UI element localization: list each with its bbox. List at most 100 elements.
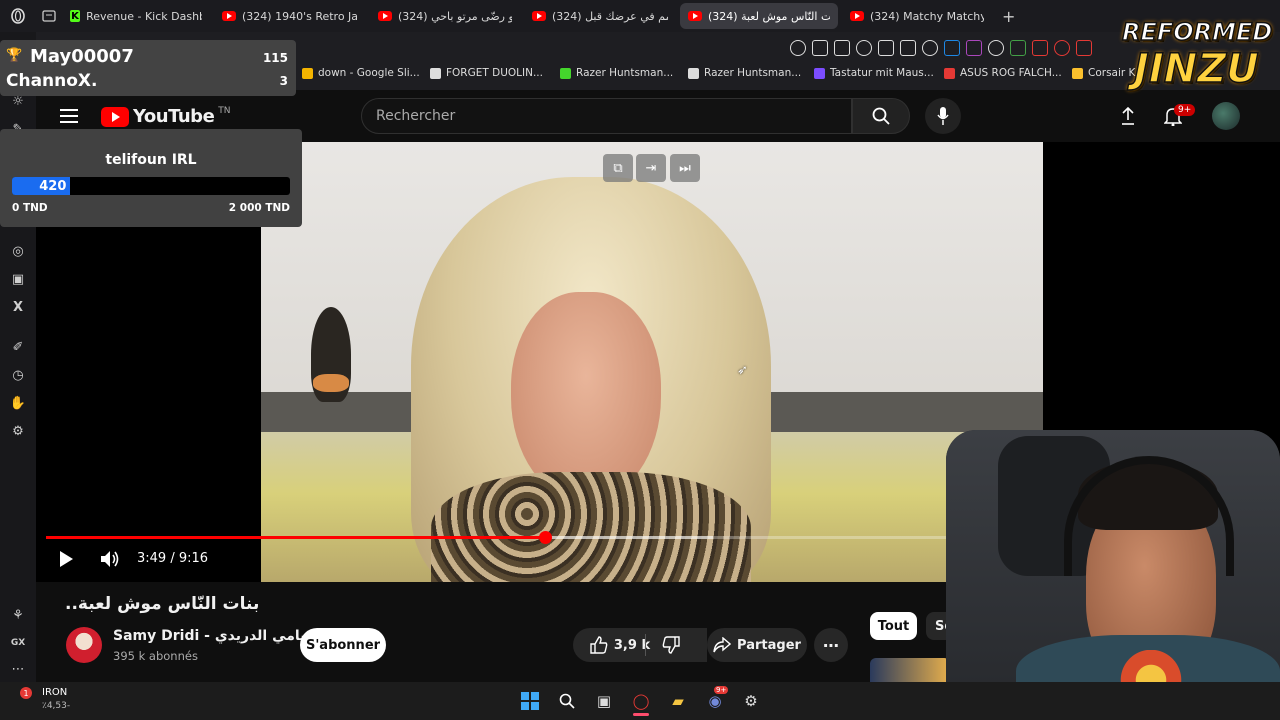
settings-icon[interactable]: ⚙	[9, 422, 27, 440]
shazam-icon[interactable]	[944, 40, 960, 56]
figure-icon[interactable]	[988, 40, 1004, 56]
voice-search-button[interactable]	[925, 98, 961, 134]
person-face	[511, 292, 661, 502]
browser-tab[interactable]: (324) 1940's Retro Jazz	[214, 3, 366, 29]
volume-button[interactable]	[100, 550, 120, 572]
browser-tab[interactable]: K Revenue - Kick Dashboar	[62, 3, 210, 29]
browser-tab[interactable]: (324) بنات النّاس موش لعبة	[680, 3, 838, 29]
messenger-icon[interactable]: ◎	[9, 242, 27, 260]
bookmark-item[interactable]: Razer Huntsman...	[688, 67, 801, 79]
shield-red-icon[interactable]	[1054, 40, 1070, 56]
browser-tab-bar: K Revenue - Kick Dashboar (324) 1940's Ret…	[0, 0, 1280, 32]
play-icon	[60, 551, 73, 567]
search-button[interactable]	[852, 98, 910, 134]
new-tab-button[interactable]: +	[1002, 7, 1015, 26]
account-avatar[interactable]	[1212, 102, 1240, 130]
tipper-count-1: 115	[262, 51, 288, 65]
history-icon[interactable]: ◷	[9, 366, 27, 384]
decor-candle	[313, 374, 349, 392]
tipper-name-1: May00007	[30, 46, 134, 67]
dislike-button[interactable]	[662, 636, 680, 658]
more-actions-button[interactable]: ⋯	[814, 628, 848, 662]
kick-icon: K	[70, 10, 81, 22]
channel-avatar[interactable]	[66, 627, 102, 663]
bookmark-item[interactable]: ASUS ROG FALCH...	[944, 67, 1062, 79]
play-button[interactable]	[58, 550, 74, 572]
webcam-overlay	[946, 430, 1280, 720]
steam-icon[interactable]: ⚙	[740, 690, 762, 712]
task-view-icon[interactable]: ▣	[593, 690, 615, 712]
browser-tab[interactable]: (324) فيبالو رضّى مرتو باحي	[370, 3, 520, 29]
next-video-icon[interactable]: ⏭	[670, 154, 700, 182]
goal-progress-fill: 420	[12, 177, 71, 195]
bookmark-favicon-icon	[430, 67, 441, 79]
trophy-icon: 🏆	[6, 48, 23, 63]
browser-tab-label: (324) بنات النّاس موش لعبة	[708, 9, 830, 23]
bookmark-item[interactable]: down - Google Sli...	[302, 67, 420, 79]
channel-name[interactable]: Samy Dridi - سامي الدريدي	[113, 628, 314, 644]
thumbs-up-icon	[590, 636, 608, 654]
youtube-icon	[688, 11, 702, 21]
bookmark-item[interactable]: Razer Huntsman...	[560, 67, 673, 79]
bookmark-label: Razer Huntsman...	[576, 67, 674, 79]
emoji-icon[interactable]	[812, 40, 828, 56]
tp-icon[interactable]	[1032, 40, 1048, 56]
goal-min-label: 0 TND	[12, 202, 48, 214]
search-input[interactable]: Rechercher	[361, 98, 852, 134]
pip-exit-icon[interactable]: ⇥	[636, 154, 666, 182]
upload-button[interactable]	[1120, 106, 1136, 129]
heart-icon[interactable]	[922, 40, 938, 56]
microphone-icon	[937, 107, 949, 125]
flow-icon[interactable]: ✋	[9, 394, 27, 412]
recommended-thumbnail[interactable]	[870, 658, 950, 682]
weather-title[interactable]: IRON	[42, 687, 67, 698]
browser-tab-label: (324) 1940's Retro Jazz	[242, 9, 358, 23]
green-square-icon[interactable]	[1010, 40, 1026, 56]
play-icon[interactable]	[900, 40, 916, 56]
crop-icon[interactable]	[856, 40, 872, 56]
goal-progress-bar: 420	[12, 177, 290, 195]
gx-control-icon[interactable]: ⚘	[9, 606, 27, 624]
youtube-icon	[222, 11, 236, 21]
brush-icon[interactable]: ✐	[9, 338, 27, 356]
windows-start-icon[interactable]	[519, 690, 541, 712]
guide-menu-icon[interactable]	[60, 108, 78, 127]
youtube-logo-icon	[101, 106, 129, 127]
youtube-logo[interactable]: YouTube TN	[101, 106, 231, 127]
x-twitter-icon[interactable]: X	[9, 298, 27, 316]
tab-overview-icon[interactable]	[36, 10, 62, 22]
channel-name-row[interactable]: Samy Dridi - سامي الدريدي ✔	[113, 628, 332, 644]
thumbs-down-icon	[662, 636, 680, 654]
shield-u-icon[interactable]	[966, 40, 982, 56]
like-button[interactable]: 3,9 k	[573, 628, 707, 662]
subscribe-button[interactable]: S'abonner	[300, 628, 386, 662]
chip-all[interactable]: Tout	[870, 612, 917, 640]
opera-menu-icon[interactable]	[0, 8, 36, 24]
gx-corner-icon[interactable]: GX	[9, 634, 27, 652]
more-sidebar-icon[interactable]: ⋯	[9, 660, 27, 678]
block-icon[interactable]	[878, 40, 894, 56]
notification-badge: 9+	[1174, 104, 1196, 116]
browser-tab[interactable]: (324) خمم في عرضك قبل	[524, 3, 676, 29]
youtube-logo-text: YouTube	[133, 106, 215, 127]
youtube-icon	[532, 11, 546, 21]
opera-gx-taskbar-icon[interactable]: ◯	[630, 690, 652, 712]
browser-tab[interactable]: (324) Matchy Matchy	[842, 3, 992, 29]
streamer-logo-line1: REFORMED	[1121, 17, 1273, 47]
taskbar-search-icon[interactable]	[556, 690, 578, 712]
instagram-icon[interactable]: ▣	[9, 270, 27, 288]
top-tippers-panel: 🏆 May00007 115 ChannoX. 3	[0, 40, 296, 96]
pin-icon[interactable]	[834, 40, 850, 56]
bookmark-label: ASUS ROG FALCH...	[960, 67, 1062, 79]
zoom-icon[interactable]	[790, 40, 806, 56]
file-explorer-icon[interactable]: ▰	[667, 690, 689, 712]
mouse-cursor-icon: ➶	[737, 363, 748, 378]
browser-tab-label: (324) فيبالو رضّى مرتو باحي	[398, 9, 512, 23]
bookmark-item[interactable]: FORGET DUOLIN...	[430, 67, 543, 79]
bookmark-item[interactable]: Tastatur mit Maus...	[814, 67, 934, 79]
share-button[interactable]: Partager	[707, 628, 807, 662]
miniplayer-popout-icon[interactable]: ⧉	[603, 154, 633, 182]
tipper-name-2: ChannoX.	[6, 71, 98, 91]
red-box-icon[interactable]	[1076, 40, 1092, 56]
weather-subtitle: ٪4,53-	[42, 701, 71, 711]
